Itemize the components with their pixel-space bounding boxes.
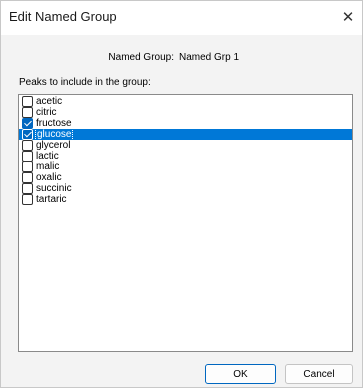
peak-label: succinic [36,183,72,195]
edit-named-group-dialog: Edit Named Group ✕ Named Group: Named Gr… [0,0,363,388]
peak-checkbox[interactable] [22,172,33,184]
peak-checkbox[interactable] [22,161,33,173]
named-group-label: Named Group: [108,52,174,63]
peak-checkbox[interactable] [22,128,33,140]
peak-checkbox[interactable] [22,117,33,129]
peak-item-fructose[interactable]: fructose [19,117,352,129]
peak-label: glucose [34,127,74,141]
peak-label: citric [36,106,57,118]
close-icon: ✕ [341,9,355,26]
cancel-button[interactable]: Cancel [285,364,353,384]
peak-item-tartaric[interactable]: tartaric [19,194,352,206]
peak-item-citric[interactable]: citric [19,106,352,118]
dialog-title: Edit Named Group [9,9,117,24]
peak-item-oxalic[interactable]: oxalic [19,172,352,184]
peak-label: malic [36,161,60,173]
peak-checkbox[interactable] [22,139,33,151]
peak-item-lactic[interactable]: lactic [19,150,352,162]
peak-checkbox[interactable] [22,194,33,206]
title-bar: Edit Named Group ✕ [1,1,362,35]
peaks-listbox[interactable]: acetic citric fructose glucose glycerol lacti… [18,94,353,352]
peaks-list-label: Peaks to include in the group: [19,77,151,88]
peak-label: glycerol [36,139,71,151]
peak-item-glucose[interactable]: glucose [19,127,352,141]
peak-checkbox[interactable] [22,96,33,107]
peak-item-acetic[interactable]: acetic [19,96,352,107]
peak-label: oxalic [36,172,62,184]
peak-item-malic[interactable]: malic [19,161,352,173]
named-group-value: Named Grp 1 [179,52,240,63]
peak-checkbox[interactable] [22,106,33,118]
peak-label: tartaric [36,194,67,206]
peak-checkbox[interactable] [22,183,33,195]
close-button[interactable]: ✕ [334,1,362,33]
peak-label: lactic [36,150,59,162]
peak-item-succinic[interactable]: succinic [19,183,352,195]
peak-label: acetic [36,96,63,107]
ok-button[interactable]: OK [205,364,276,384]
peak-item-glycerol[interactable]: glycerol [19,139,352,151]
peak-checkbox[interactable] [22,150,33,162]
peak-label: fructose [36,117,72,129]
